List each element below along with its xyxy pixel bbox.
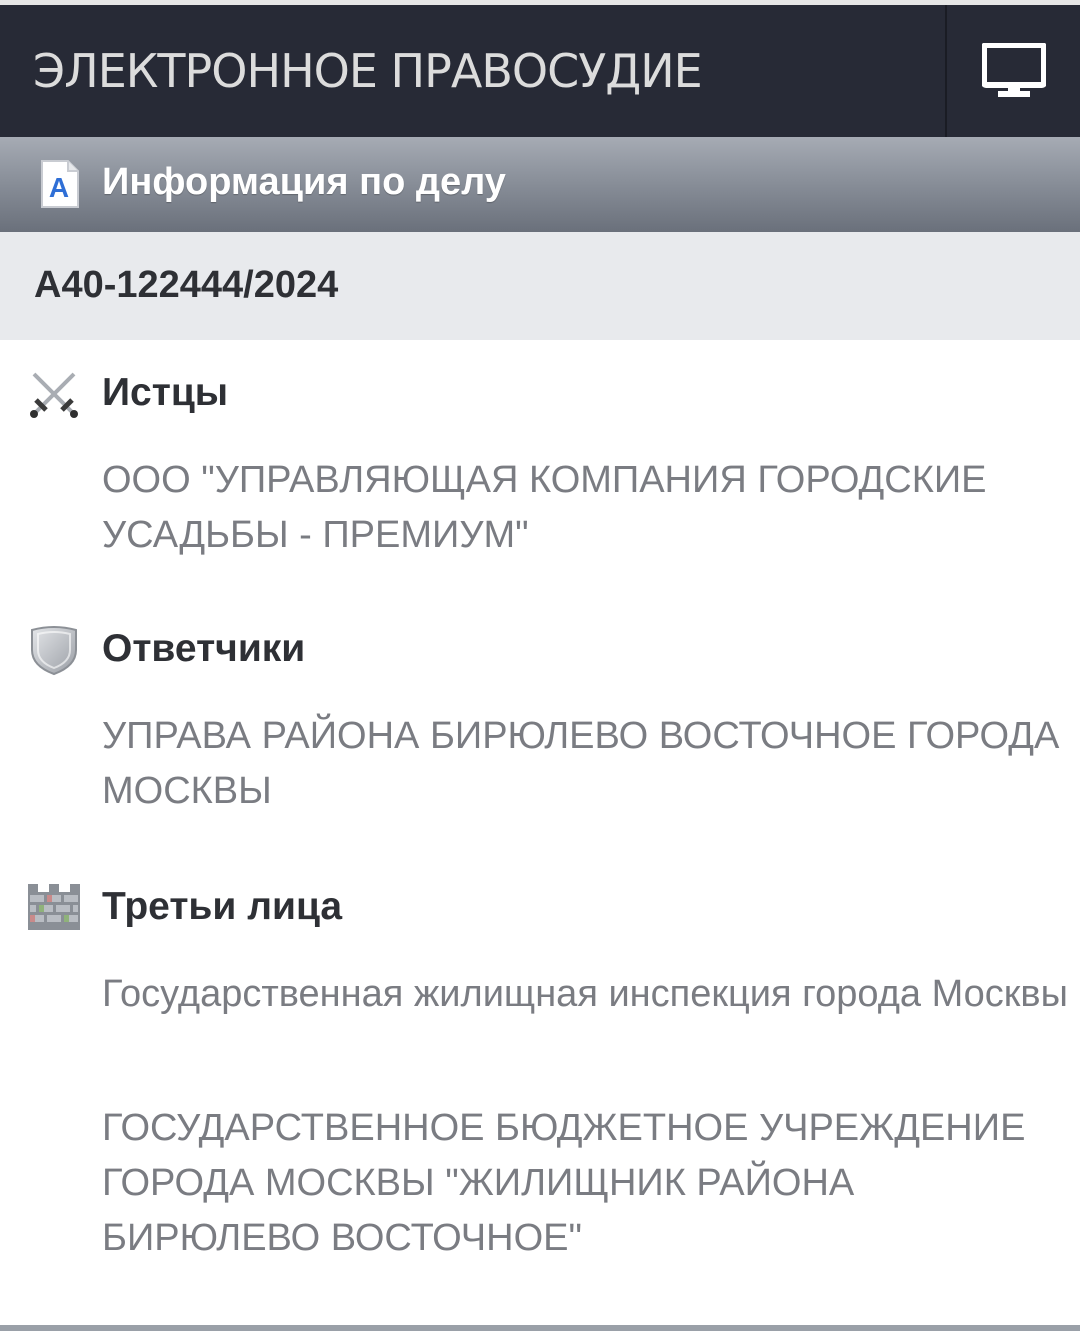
document-a-icon: A: [41, 160, 79, 208]
shield-icon: [31, 626, 77, 676]
third-parties-title: Третьи лица: [102, 885, 343, 928]
top-bar: ЭЛЕКТРОННОЕ ПРАВОСУДИЕ: [0, 0, 1080, 137]
top-bar-divider: [945, 5, 947, 137]
desktop-monitor-icon: [982, 43, 1046, 97]
section-title: Информация по делу: [102, 161, 506, 203]
case-number-bar: А40-122444/2024: [0, 232, 1080, 340]
third-party-name[interactable]: Государственная жилищная инспекция город…: [102, 967, 1077, 1022]
defendant-name[interactable]: УПРАВА РАЙОНА БИРЮЛЕВО ВОСТОЧНОЕ ГОРОДА …: [102, 709, 1077, 819]
brick-wall-icon: [28, 884, 80, 930]
desktop-version-button[interactable]: [948, 5, 1080, 137]
bottom-divider: [0, 1325, 1080, 1331]
case-info-header: A Информация по делу: [0, 137, 1080, 232]
crossed-swords-icon: [30, 372, 78, 418]
third-party-name[interactable]: ГОСУДАРСТВЕННОЕ БЮДЖЕТНОЕ УЧРЕЖДЕНИЕ ГОР…: [102, 1101, 1077, 1266]
svg-text:A: A: [49, 172, 69, 203]
plaintiffs-title: Истцы: [102, 371, 229, 414]
defendants-title: Ответчики: [102, 627, 306, 670]
case-number: А40-122444/2024: [34, 264, 339, 306]
app-title[interactable]: ЭЛЕКТРОННОЕ ПРАВОСУДИЕ: [33, 43, 703, 99]
plaintiff-name[interactable]: ООО "УПРАВЛЯЮЩАЯ КОМПАНИЯ ГОРОДСКИЕ УСАД…: [102, 453, 1077, 563]
